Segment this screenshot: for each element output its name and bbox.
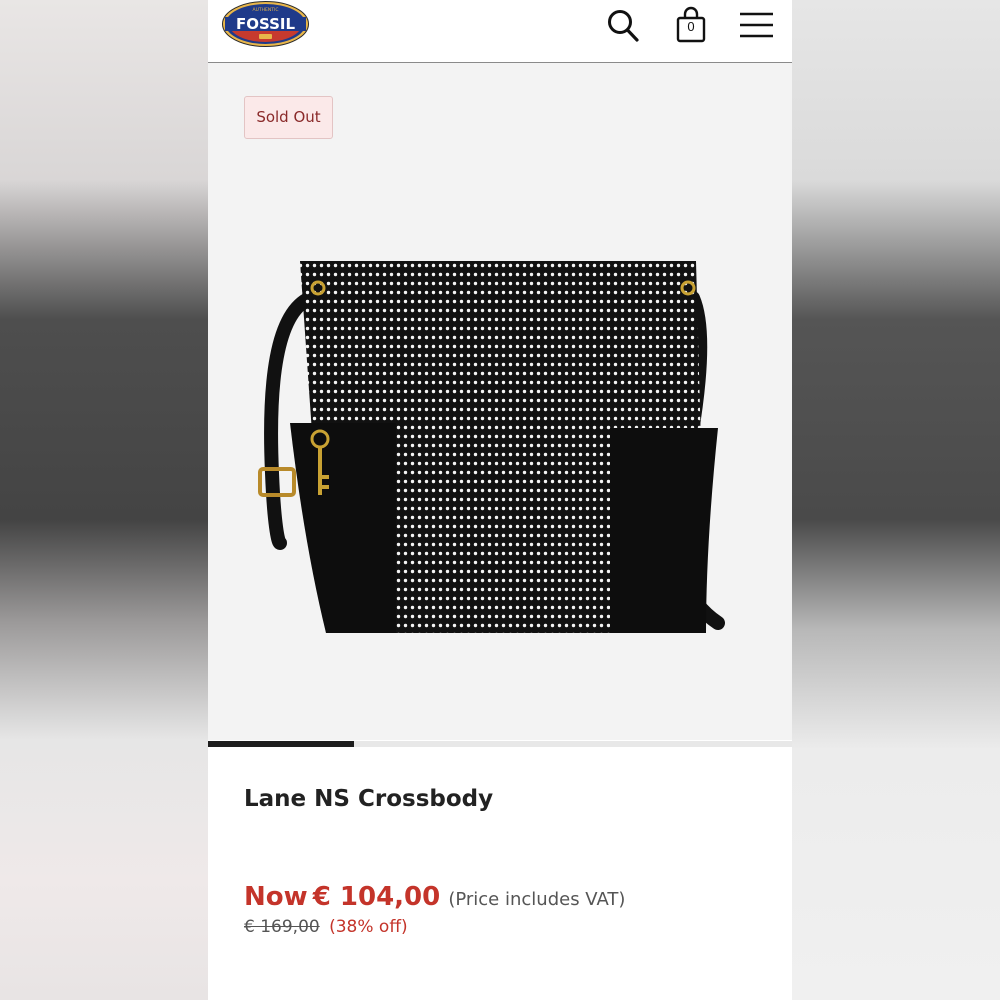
price-row: Now € 104,00 (Price includes VAT): [244, 882, 625, 912]
hamburger-menu-icon: [740, 12, 773, 38]
search-button[interactable]: [606, 6, 640, 44]
menu-button[interactable]: [739, 6, 775, 44]
gallery-slide-indicator: [208, 741, 792, 747]
crossbody-bag-image: [258, 261, 725, 633]
product-image[interactable]: [248, 243, 748, 643]
product-image-gallery[interactable]: Sold Out: [208, 63, 792, 740]
vat-note: (Price includes VAT): [448, 889, 626, 910]
original-price-row: € 169,00 (38% off): [244, 917, 408, 937]
original-price: € 169,00: [244, 917, 320, 937]
cart-count: 0: [687, 19, 695, 34]
gallery-slide-indicator-fill: [208, 741, 354, 747]
site-header: FOSSIL AUTHENTIC 0: [208, 0, 792, 63]
svg-text:AUTHENTIC: AUTHENTIC: [253, 7, 279, 13]
fossil-logo-icon: FOSSIL AUTHENTIC: [222, 1, 309, 47]
search-icon: [608, 10, 639, 42]
fossil-logo[interactable]: FOSSIL AUTHENTIC: [221, 0, 310, 48]
blurred-backdrop-left: [0, 0, 208, 1000]
blurred-backdrop-right: [792, 0, 1000, 1000]
svg-text:FOSSIL: FOSSIL: [236, 15, 296, 33]
sold-out-badge: Sold Out: [244, 96, 333, 139]
cart-button[interactable]: 0: [673, 6, 709, 44]
product-title: Lane NS Crossbody: [244, 786, 494, 812]
discount-percent: (38% off): [329, 917, 408, 937]
price-now-label: Now: [244, 882, 308, 912]
price-now-value: € 104,00: [312, 882, 441, 912]
product-page: FOSSIL AUTHENTIC 0 Sold Out Lane NS Cros…: [208, 0, 792, 1000]
